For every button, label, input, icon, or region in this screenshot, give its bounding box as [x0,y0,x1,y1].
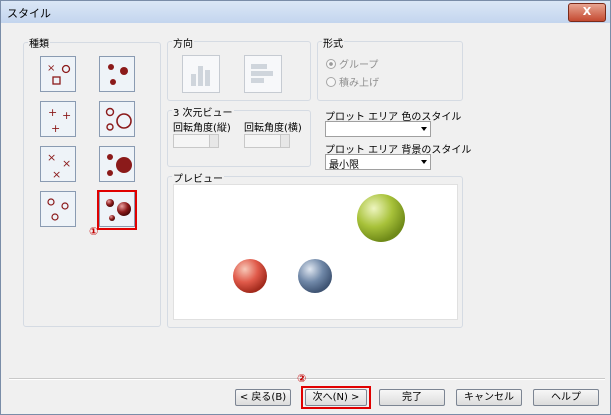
horizontal-rotation-spinner[interactable] [244,134,290,148]
vertical-rotation-spinner[interactable] [173,134,219,148]
bubble-red [233,259,267,293]
svg-text:×: × [52,168,61,181]
svg-text:×: × [47,63,55,74]
footer-separator [9,378,605,380]
preview-area [173,184,458,320]
svg-text:+: + [62,109,71,122]
view3d-group-label: 3 次元ビュー [172,104,234,119]
selected-type-highlight [97,190,137,230]
format-stacked-option-label: 積み上げ [339,78,379,89]
format-stacked-radio[interactable]: 積み上げ [326,74,379,89]
horizontal-bars-icon [251,64,273,83]
svg-text:+: + [48,106,57,119]
step-2-marker: ② [297,372,307,385]
direction-group-label: 方向 [172,35,194,50]
close-button[interactable]: X [568,3,606,22]
type-scatter-plus[interactable]: + + + [40,101,76,137]
plot-color-style-select[interactable] [325,121,431,137]
style-dialog: スタイル X 種類 × + + + × × × ① 方向 形式 グループ 積み上… [0,0,611,415]
type-scatter-mixed-markers[interactable]: × [40,56,76,92]
bubble-blue [298,259,332,293]
step-1-marker: ① [89,225,99,238]
type-bubble-hollow[interactable] [99,101,135,137]
direction-vertical-button[interactable] [182,55,220,93]
type-scatter-circles[interactable] [40,191,76,227]
scatter-filled-dots-icon [108,64,128,85]
title-bar: スタイル X [1,1,610,23]
svg-text:+: + [51,122,60,135]
horizontal-rotation-label: 回転角度(横) [244,123,302,134]
help-button[interactable]: ヘルプ [533,389,599,406]
type-scatter-cross[interactable]: × × × [40,146,76,182]
preview-bubbles [233,194,405,293]
type-bubble-filled[interactable] [99,146,135,182]
dropdown-arrow-icon [421,127,427,131]
vertical-bars-icon [191,66,210,86]
back-button[interactable]: < 戻る(B) [235,389,291,406]
direction-horizontal-button[interactable] [244,55,282,93]
type-group-label: 種類 [28,35,50,50]
vertical-rotation-label: 回転角度(縦) [173,123,231,134]
finish-button[interactable]: 完了 [379,389,445,406]
spinner-arrows-icon [280,135,289,147]
scatter-mixed-icon: × [47,63,71,85]
bubble-green [357,194,405,242]
radio-checked-icon [326,59,336,69]
radio-unchecked-icon [326,77,336,87]
spinner-arrows-icon [209,135,218,147]
svg-text:×: × [47,151,56,164]
scatter-cross-icon: × × × [47,151,71,181]
format-group-option-label: グループ [339,60,379,71]
preview-group-label: プレビュー [172,170,224,185]
dropdown-arrow-icon [421,160,427,164]
next-button-highlight [301,386,371,409]
scatter-plus-icon: + + + [48,106,71,135]
window-title: スタイル [7,7,51,20]
plot-bg-style-select[interactable]: 最小限 [325,154,431,171]
plot-bg-style-value: 最小限 [329,160,359,171]
format-group-radio[interactable]: グループ [326,56,378,71]
svg-text:×: × [62,157,71,170]
bubble-filled-icon [107,154,132,176]
cancel-button[interactable]: キャンセル [456,389,522,406]
type-scatter-filled-dots[interactable] [99,56,135,92]
format-group [317,41,463,101]
scatter-circles-icon [47,198,69,221]
bubble-hollow-icon [105,107,132,131]
format-group-label: 形式 [322,35,344,50]
